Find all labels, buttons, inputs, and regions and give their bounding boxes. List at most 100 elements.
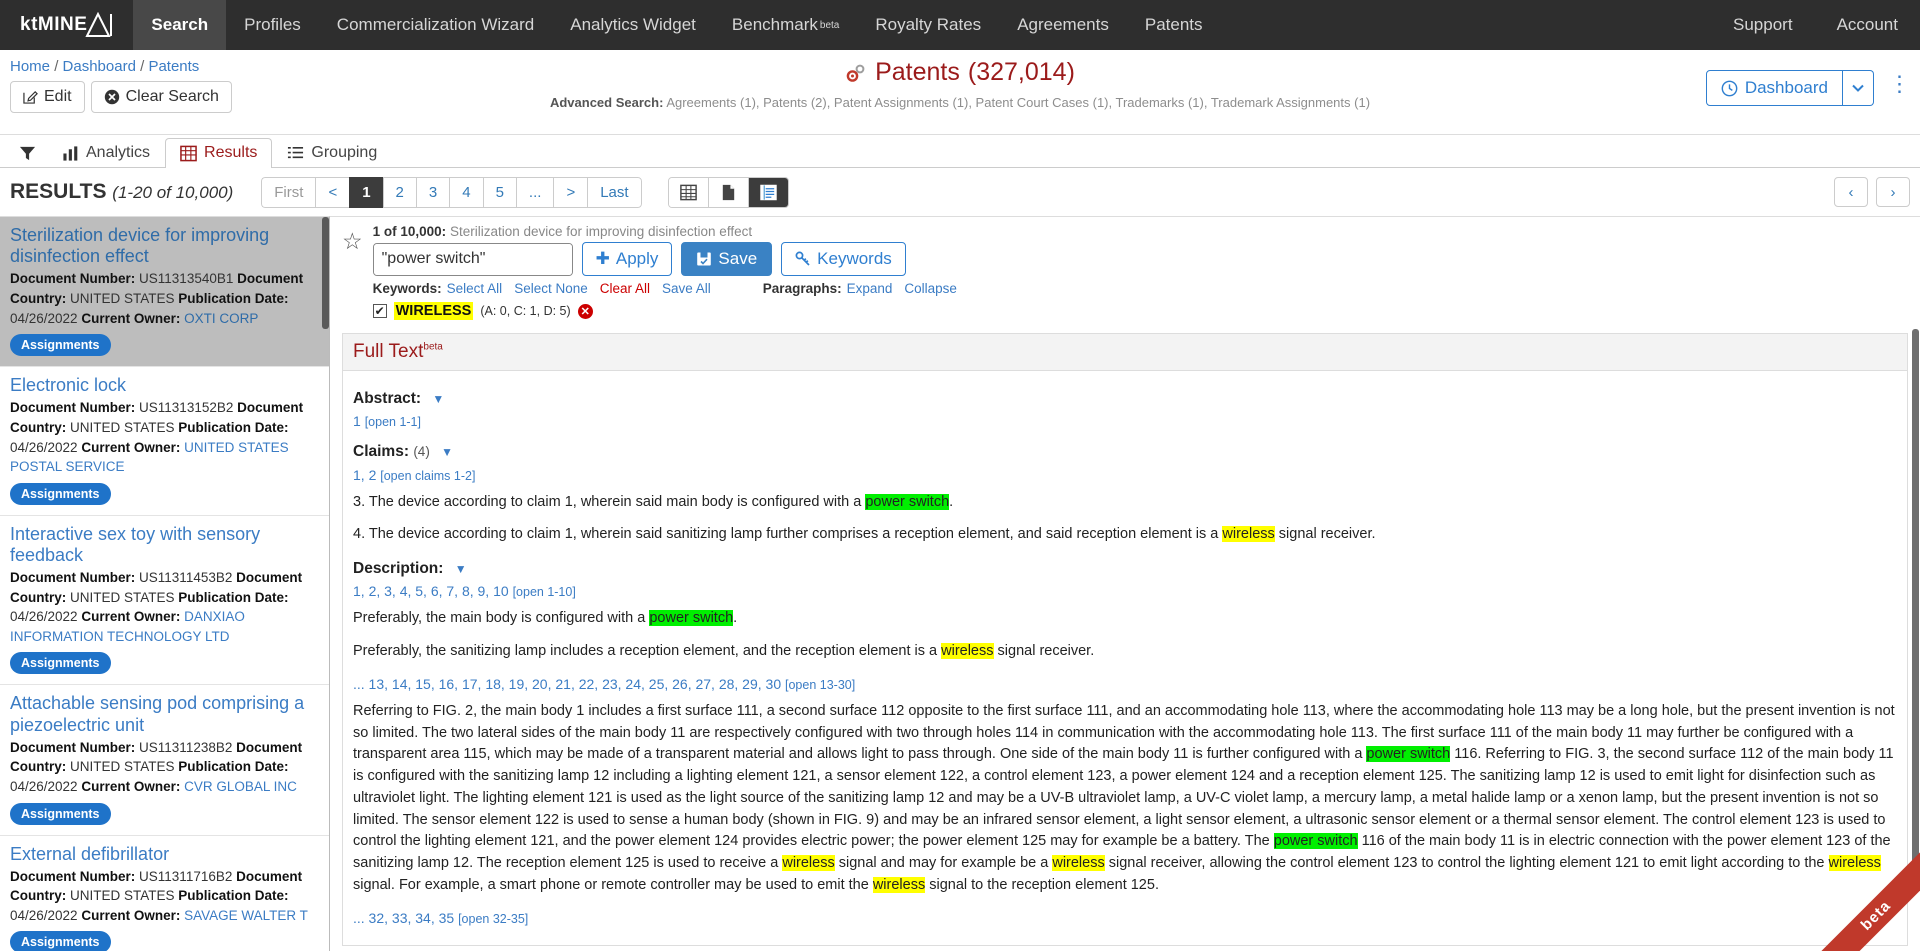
owner-value[interactable]: OXTI CORP — [184, 311, 258, 326]
nav-item-profiles[interactable]: Profiles — [226, 0, 319, 50]
dashboard-dropdown-toggle[interactable] — [1843, 70, 1874, 106]
page-1[interactable]: 1 — [349, 176, 383, 208]
breadcrumb-dashboard[interactable]: Dashboard — [63, 58, 136, 75]
assignments-pill[interactable]: Assignments — [10, 931, 111, 951]
view-mode-list[interactable] — [748, 177, 788, 207]
keywords-button[interactable]: Keywords — [781, 242, 906, 276]
description-open-link[interactable]: [open 1-10] — [513, 585, 576, 599]
section-tabs: Analytics Results Grouping — [0, 135, 1920, 168]
description-paragraph-links[interactable]: 1, 2, 3, 4, 5, 6, 7, 8, 9, 10 [open 1-10… — [353, 581, 1897, 602]
result-title[interactable]: Sterilization device for improving disin… — [10, 225, 319, 267]
assignments-pill[interactable]: Assignments — [10, 482, 111, 505]
save-button[interactable]: Save — [681, 242, 773, 276]
description-paragraph-1: Preferably, the main body is configured … — [353, 608, 1897, 630]
apply-button[interactable]: ✚ Apply — [581, 242, 673, 276]
claims-links[interactable]: 1, 2 — [353, 467, 376, 483]
edit-button[interactable]: Edit — [10, 81, 85, 113]
assignments-pill[interactable]: Assignments — [10, 802, 111, 825]
save-all-link[interactable]: Save All — [662, 281, 711, 296]
description-open-link-3[interactable]: [open 32-35] — [458, 912, 528, 926]
detail-scrollbar[interactable] — [1912, 329, 1919, 869]
breadcrumb-home[interactable]: Home — [10, 58, 50, 75]
page-prev[interactable]: < — [315, 176, 350, 208]
expand-link[interactable]: Expand — [847, 281, 893, 296]
nav-item-agreements[interactable]: Agreements — [999, 0, 1127, 50]
prev-record-button[interactable]: ‹ — [1834, 177, 1868, 207]
collapse-link[interactable]: Collapse — [904, 281, 957, 296]
abstract-links[interactable]: 1 — [353, 413, 361, 429]
highlight-wireless: wireless — [1052, 855, 1105, 871]
more-options-kebab-icon[interactable]: ⋮ — [1888, 72, 1913, 97]
view-mode-document[interactable] — [708, 177, 749, 207]
description-links[interactable]: 1, 2, 3, 4, 5, 6, 7, 8, 9, 10 — [353, 583, 509, 599]
nav-label: Profiles — [244, 15, 301, 34]
tab-grouping[interactable]: Grouping — [272, 138, 392, 168]
nav-item-search[interactable]: Search — [133, 0, 227, 50]
nav-item-support[interactable]: Support — [1711, 0, 1815, 50]
owner-value[interactable]: SAVAGE WALTER T — [184, 908, 308, 923]
owner-value[interactable]: CVR GLOBAL INC — [184, 779, 297, 794]
abstract-paragraph-links[interactable]: 1 [open 1-1] — [353, 411, 1897, 432]
claims-chevron-down-icon[interactable]: ▼ — [441, 445, 453, 459]
description-paragraph-links-3[interactable]: ... 32, 33, 34, 35 [open 32-35] — [353, 908, 1897, 929]
view-mode-table[interactable] — [668, 177, 709, 207]
list-item[interactable]: Interactive sex toy with sensory feedbac… — [0, 516, 329, 686]
page-next[interactable]: > — [553, 176, 588, 208]
clear-search-button[interactable]: Clear Search — [90, 81, 232, 113]
nav-item-commercialization-wizard[interactable]: Commercialization Wizard — [319, 0, 552, 50]
page-3[interactable]: 3 — [415, 176, 450, 208]
description-paragraph-links-2[interactable]: ... 13, 14, 15, 16, 17, 18, 19, 20, 21, … — [353, 674, 1897, 695]
dashboard-button[interactable]: Dashboard — [1705, 70, 1843, 106]
abstract-chevron-down-icon[interactable]: ▼ — [432, 392, 444, 406]
fulltext-card-title: Full Text — [353, 341, 424, 362]
brand-logo[interactable]: ktMINE — [0, 0, 133, 50]
page-first[interactable]: First — [261, 176, 316, 208]
tab-results[interactable]: Results — [165, 138, 273, 168]
results-list-scrollbar[interactable] — [322, 217, 329, 329]
claims-paragraph-links[interactable]: 1, 2 [open claims 1-2] — [353, 465, 1897, 486]
description-open-link-2[interactable]: [open 13-30] — [785, 678, 855, 692]
breadcrumb-patents[interactable]: Patents — [148, 58, 199, 75]
result-title[interactable]: Interactive sex toy with sensory feedbac… — [10, 524, 319, 566]
page-5[interactable]: 5 — [482, 176, 516, 208]
page-last[interactable]: Last — [587, 176, 642, 208]
detail-toolbar-main: 1 of 10,000: Sterilization device for im… — [372, 224, 1908, 320]
nav-item-account[interactable]: Account — [1815, 0, 1920, 50]
nav-item-benchmark[interactable]: Benchmark beta — [714, 0, 857, 50]
nav-label: Royalty Rates — [875, 15, 982, 34]
top-navbar: ktMINE Search Profiles Commercialization… — [0, 0, 1920, 50]
clear-all-link[interactable]: Clear All — [600, 281, 650, 296]
select-all-link[interactable]: Select All — [447, 281, 503, 296]
keyword-checkbox[interactable]: ✔ — [372, 304, 387, 318]
favorite-star-icon[interactable]: ☆ — [342, 230, 363, 253]
nav-item-royalty-rates[interactable]: Royalty Rates — [857, 0, 999, 50]
list-item[interactable]: External defibrillator Document Number: … — [0, 836, 329, 951]
result-title[interactable]: External defibrillator — [10, 844, 319, 865]
plus-icon: ✚ — [595, 249, 610, 268]
abstract-open-link[interactable]: [open 1-1] — [365, 415, 421, 429]
list-item[interactable]: Electronic lock Document Number: US11313… — [0, 367, 329, 516]
next-record-button[interactable]: › — [1876, 177, 1910, 207]
list-item[interactable]: Attachable sensing pod comprising a piez… — [0, 685, 329, 836]
select-none-link[interactable]: Select None — [514, 281, 588, 296]
remove-keyword-icon[interactable]: ✕ — [577, 303, 593, 319]
tab-filter[interactable] — [8, 139, 47, 168]
highlight-wireless: wireless — [1222, 526, 1275, 543]
list-item[interactable]: Sterilization device for improving disin… — [0, 217, 329, 368]
assignments-pill[interactable]: Assignments — [10, 652, 111, 675]
page-2[interactable]: 2 — [382, 176, 416, 208]
nav-item-analytics-widget[interactable]: Analytics Widget — [552, 0, 714, 50]
page-4[interactable]: 4 — [449, 176, 483, 208]
fulltext-search-box[interactable]: 4 — [372, 242, 573, 276]
close-circle-icon — [104, 89, 119, 104]
result-title[interactable]: Electronic lock — [10, 375, 319, 396]
assignments-pill[interactable]: Assignments — [10, 334, 111, 357]
description-links-2[interactable]: ... 13, 14, 15, 16, 17, 18, 19, 20, 21, … — [353, 676, 781, 692]
search-input[interactable] — [373, 243, 572, 275]
page-ellipsis[interactable]: ... — [515, 176, 554, 208]
tab-analytics[interactable]: Analytics — [47, 138, 165, 168]
description-chevron-down-icon[interactable]: ▼ — [455, 562, 467, 576]
claims-open-link[interactable]: [open claims 1-2] — [380, 469, 475, 483]
nav-item-patents[interactable]: Patents — [1127, 0, 1221, 50]
result-title[interactable]: Attachable sensing pod comprising a piez… — [10, 693, 319, 735]
